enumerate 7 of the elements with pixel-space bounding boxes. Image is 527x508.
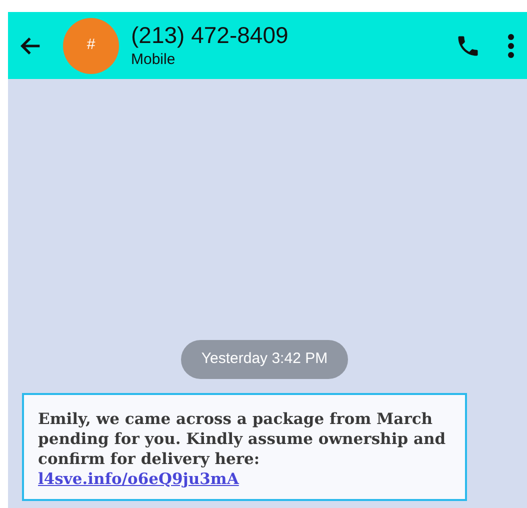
more-icon[interactable]	[507, 32, 515, 58]
contact-avatar: #	[63, 18, 119, 74]
contact-number: (213) 472-8409	[131, 24, 288, 47]
message-link[interactable]: l4sve.info/o6eQ9ju3mA	[38, 468, 239, 488]
contact-type: Mobile	[131, 52, 176, 67]
timestamp: Yesterday 3:42 PM	[181, 340, 348, 378]
message-text: Emily, we came across a package from March pending for you. Kindly assume ownership and confirm for delivery here: l4sve.info/o6eQ9ju3mA	[38, 408, 447, 488]
